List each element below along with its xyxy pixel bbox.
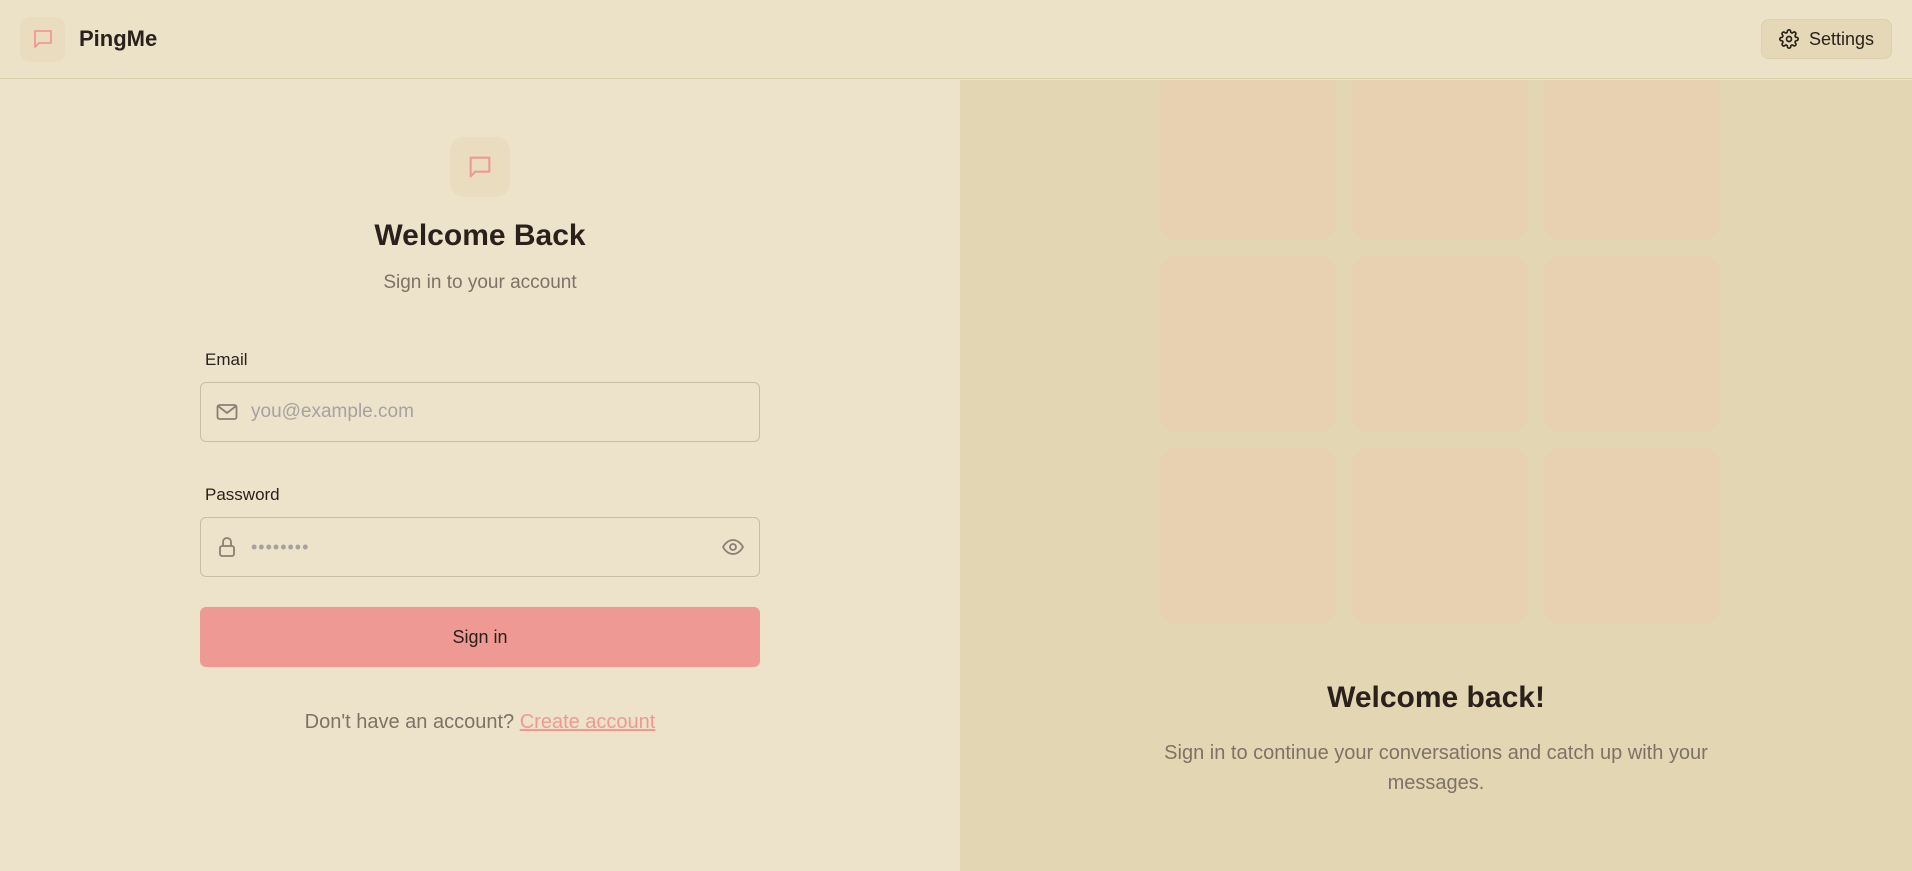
email-label: Email [205,350,248,369]
grid-tile [1544,256,1720,432]
app-name: PingMe [79,26,158,51]
page-subtitle: Sign in to your account [383,272,577,293]
brand[interactable]: PingMe [20,16,158,62]
settings-button[interactable]: Settings [1760,19,1892,59]
settings-label: Settings [1808,28,1874,49]
lock-icon [219,537,235,557]
grid-tile [1352,448,1528,624]
password-field[interactable]: •••••••• [200,517,760,577]
grid-tile [1544,448,1720,624]
grid-tile [1352,80,1528,240]
signup-prompt: Don't have an account? Create account [200,711,760,734]
promo-pane: Welcome back! Sign in to continue your c… [960,80,1912,871]
top-bar: PingMe Settings [0,0,1912,79]
decorative-grid [1160,80,1720,624]
grid-tile [1160,80,1336,240]
login-logo [450,137,510,197]
gear-icon [1779,29,1799,49]
grid-tile [1160,256,1336,432]
email-field[interactable] [200,382,760,442]
create-account-link[interactable]: Create account [520,711,656,733]
password-label: Password [205,485,280,504]
login-pane: Welcome Back Sign in to your account Ema… [0,80,960,871]
grid-tile [1160,448,1336,624]
grid-tile [1352,256,1528,432]
eye-icon[interactable] [721,535,745,559]
brand-logo [20,16,65,62]
no-account-text: Don't have an account? [304,711,515,733]
promo-title: Welcome back! [1327,681,1545,714]
promo-text: Sign in to continue your conversations a… [1164,742,1708,794]
sign-in-button[interactable]: Sign in [200,607,760,667]
password-input[interactable]: •••••••• [251,537,721,558]
page-title: Welcome Back [374,219,586,252]
message-square-icon [33,30,52,48]
message-square-icon [469,156,491,178]
grid-tile [1544,80,1720,240]
email-input[interactable] [251,401,745,423]
mail-icon [216,404,238,420]
